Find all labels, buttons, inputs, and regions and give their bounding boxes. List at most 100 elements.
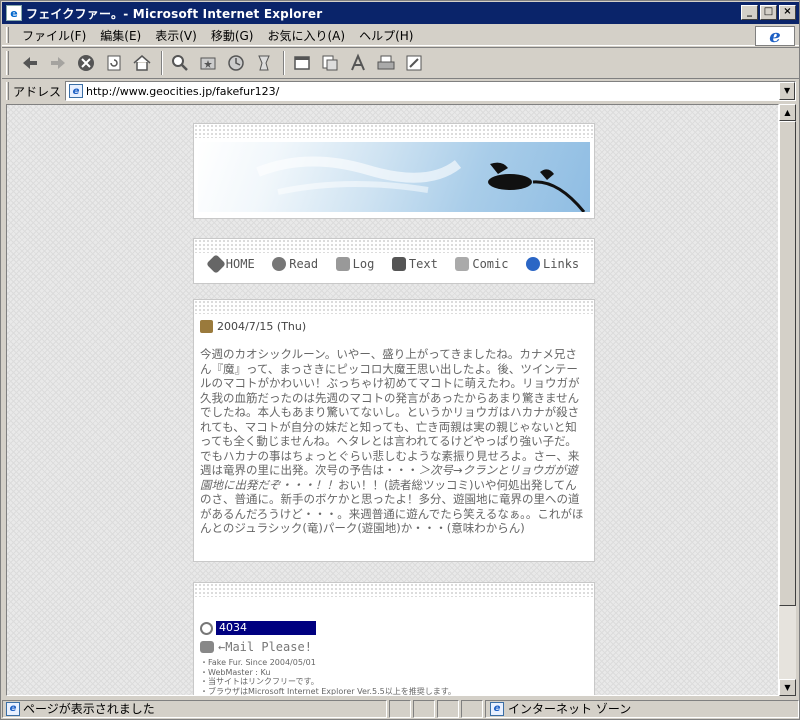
mail-icon xyxy=(200,641,214,653)
nav-panel: HOME Read Log Text Comic Links xyxy=(193,238,595,284)
status-text: ページが表示されました xyxy=(23,702,155,716)
footer-linkfree: ・当サイトはリンクフリーです。 xyxy=(200,677,319,686)
favorites-icon[interactable] xyxy=(195,50,221,76)
minimize-button[interactable]: _ xyxy=(741,5,758,20)
channels-icon[interactable] xyxy=(251,50,277,76)
nav-read[interactable]: Read xyxy=(272,257,318,271)
browser-window: e フェイクファー。- Microsoft Internet Explorer … xyxy=(0,0,800,720)
nav-text-label: Text xyxy=(408,257,438,271)
read-icon xyxy=(272,257,287,271)
home-cube-icon xyxy=(205,254,226,274)
toolbar-separator xyxy=(283,51,285,75)
status-bar: e ページが表示されました e インターネット ゾーン xyxy=(2,698,799,719)
post-body: 今週のカオシックルーン。いやー、盛り上がってきましたね。カナメ兄さん『魔』って、… xyxy=(194,333,594,546)
menu-help[interactable]: ヘルプ(H) xyxy=(352,27,420,44)
nav-log-label: Log xyxy=(352,257,375,271)
scroll-thumb[interactable] xyxy=(779,121,796,606)
status-main: e ページが表示されました xyxy=(2,699,387,718)
nav-read-label: Read xyxy=(289,257,319,271)
fullscreen-icon[interactable] xyxy=(289,50,315,76)
status-cell xyxy=(389,699,411,718)
diary-panel: 2004/7/15 (Thu) 今週のカオシックルーン。いやー、盛り上がってきま… xyxy=(193,299,595,562)
status-cell xyxy=(461,699,483,718)
menu-file[interactable]: ファイル(F) xyxy=(15,27,93,44)
post-date: 2004/7/15 (Thu) xyxy=(194,314,594,333)
access-counter: 4034 xyxy=(194,621,594,635)
back-icon[interactable] xyxy=(17,50,43,76)
nav-comic-label: Comic xyxy=(472,257,509,271)
address-bar: アドレス e http://www.geocities.jp/fakefur12… xyxy=(2,80,799,102)
status-cell xyxy=(437,699,459,718)
post-text-1: 今週のカオシックルーン。いやー、盛り上がってきましたね。カナメ兄さん『魔』って、… xyxy=(200,347,580,477)
log-icon xyxy=(335,257,350,271)
footer-webmaster: ・WebMaster : Ku xyxy=(200,667,271,677)
mail-link[interactable]: ←Mail Please! xyxy=(194,635,594,658)
stop-icon[interactable] xyxy=(73,50,99,76)
internet-zone-icon: e xyxy=(490,701,504,716)
toolbar-separator xyxy=(161,51,163,75)
vertical-scrollbar[interactable]: ▲ ▼ xyxy=(779,104,796,696)
page-done-icon: e xyxy=(6,701,20,716)
footer-browser: ・ブラウザはMicrosoft Internet Explorer Ver.5.… xyxy=(200,686,456,696)
dot-pattern xyxy=(194,300,594,314)
nav-text[interactable]: Text xyxy=(391,257,438,271)
nav-comic[interactable]: Comic xyxy=(455,257,508,271)
print-icon[interactable] xyxy=(373,50,399,76)
security-zone: e インターネット ゾーン xyxy=(485,699,799,718)
menu-go[interactable]: 移動(G) xyxy=(204,27,261,44)
menu-grip xyxy=(6,27,9,43)
refresh-icon[interactable] xyxy=(101,50,127,76)
address-label: アドレス xyxy=(13,84,62,99)
toolbar-grip xyxy=(6,51,9,75)
nav-links[interactable]: Links xyxy=(526,257,579,271)
menu-edit[interactable]: 編集(E) xyxy=(93,27,148,44)
zone-text: インターネット ゾーン xyxy=(508,702,632,716)
history-icon[interactable] xyxy=(223,50,249,76)
close-button[interactable]: × xyxy=(779,5,796,20)
dot-pattern xyxy=(194,239,594,253)
menu-favorites[interactable]: お気に入り(A) xyxy=(260,27,352,44)
dot-pattern xyxy=(194,124,594,138)
banner-image xyxy=(198,142,590,212)
scroll-down-button[interactable]: ▼ xyxy=(779,679,796,696)
counter-value: 4034 xyxy=(216,621,316,635)
page-icon: e xyxy=(69,84,84,98)
forward-icon[interactable] xyxy=(45,50,71,76)
home-icon[interactable] xyxy=(129,50,155,76)
scroll-up-button[interactable]: ▲ xyxy=(779,104,796,121)
post-date-text: 2004/7/15 (Thu) xyxy=(217,320,307,333)
mail-label[interactable]: ←Mail Please! xyxy=(218,640,312,654)
page-viewport: HOME Read Log Text Comic Links 2004/7/15… xyxy=(6,104,779,696)
menu-view[interactable]: 表示(V) xyxy=(148,27,204,44)
edit-icon[interactable] xyxy=(401,50,427,76)
address-input[interactable]: e http://www.geocities.jp/fakefur123/ ▼ xyxy=(65,81,797,101)
site-footer: ・Fake Fur. Since 2004/05/01 ・WebMaster :… xyxy=(194,658,594,696)
text-icon xyxy=(391,257,406,271)
address-url[interactable]: http://www.geocities.jp/fakefur123/ xyxy=(86,85,279,98)
ie-logo-icon: e xyxy=(755,26,795,47)
dot-pattern xyxy=(194,583,594,597)
nav-home[interactable]: HOME xyxy=(205,254,255,274)
window-title: フェイクファー。- Microsoft Internet Explorer xyxy=(26,6,323,21)
banner-panel xyxy=(193,123,595,219)
globe-icon xyxy=(526,257,541,271)
nav-home-label: HOME xyxy=(225,257,255,271)
font-icon[interactable] xyxy=(345,50,371,76)
footer-since: ・Fake Fur. Since 2004/05/01 xyxy=(200,658,316,667)
address-grip xyxy=(6,82,9,100)
standard-toolbar xyxy=(2,47,799,79)
address-dropdown-button[interactable]: ▼ xyxy=(779,82,796,100)
title-bar[interactable]: e フェイクファー。- Microsoft Internet Explorer … xyxy=(2,2,799,24)
search-icon[interactable] xyxy=(167,50,193,76)
maximize-button[interactable]: □ xyxy=(760,5,777,20)
info-panel: 4034 ←Mail Please! ・Fake Fur. Since 2004… xyxy=(193,582,595,696)
nav-log[interactable]: Log xyxy=(335,257,375,271)
counter-icon xyxy=(200,621,213,635)
status-cell xyxy=(413,699,435,718)
mail-icon[interactable] xyxy=(317,50,343,76)
nav-links-label: Links xyxy=(543,257,580,271)
comic-icon xyxy=(455,257,470,271)
post-date-icon xyxy=(200,320,213,333)
menu-bar: ファイル(F) 編集(E) 表示(V) 移動(G) お気に入り(A) ヘルプ(H… xyxy=(2,25,799,47)
